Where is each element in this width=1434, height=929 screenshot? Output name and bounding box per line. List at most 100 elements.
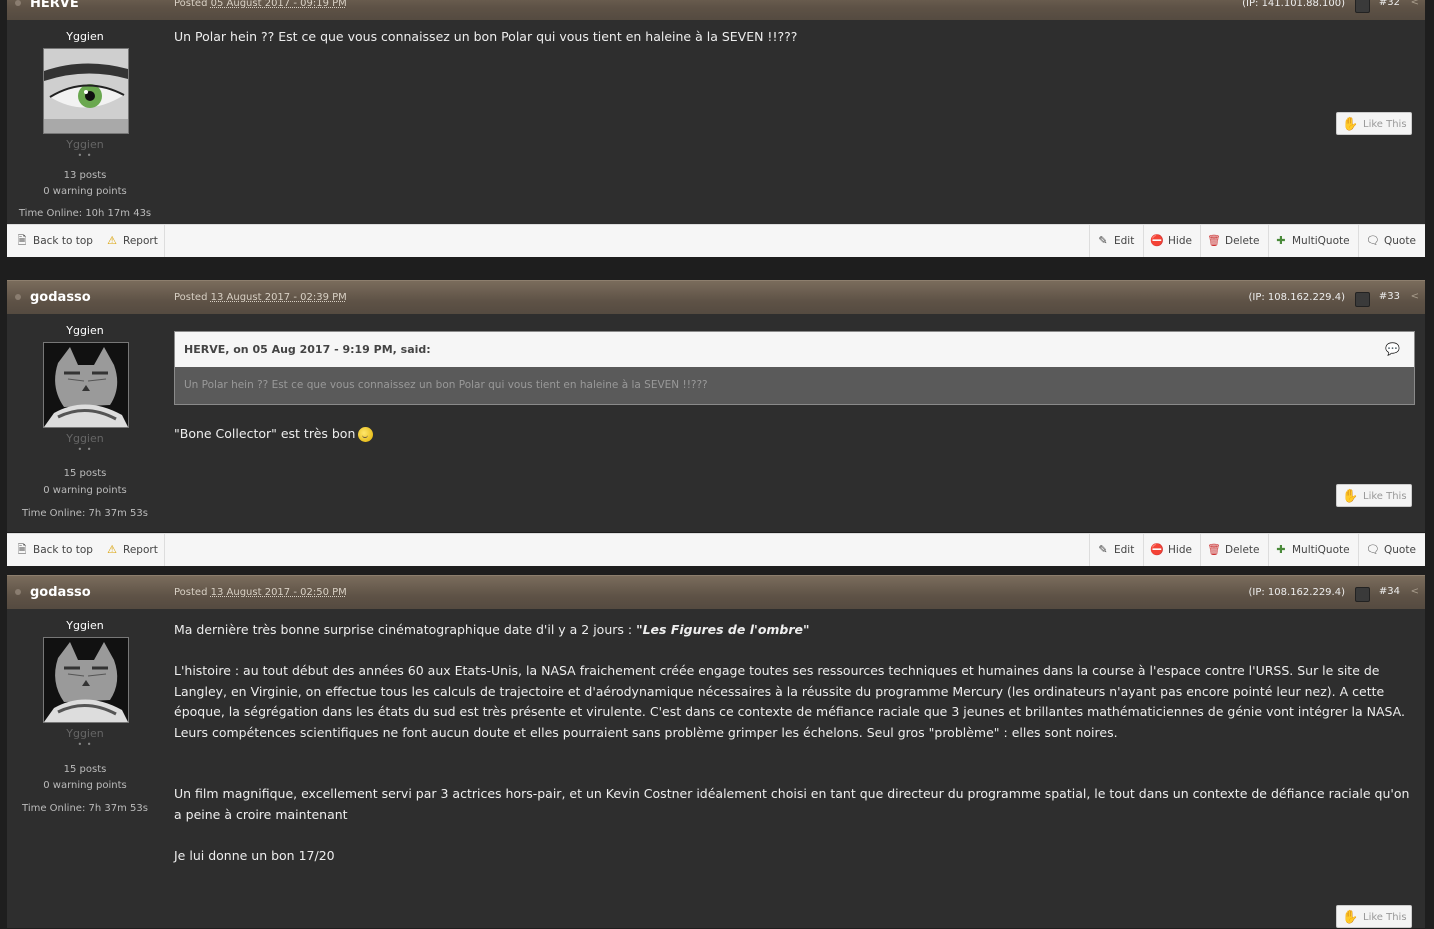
- multiquote-icon: ✚: [1276, 234, 1286, 247]
- thumbs-up-icon: ✋: [1342, 489, 1359, 504]
- cat-avatar[interactable]: [43, 342, 129, 428]
- post-count: 15 posts: [63, 764, 107, 775]
- like-button[interactable]: ✋ Like This: [1336, 905, 1412, 928]
- post-32: HERVE Posted 05 August 2017 - 09:19 PM (…: [7, 0, 1425, 271]
- time-online: Time Online: 7h 37m 53s: [22, 803, 148, 814]
- post-paragraph-1: L'histoire : au tout début des années 60…: [174, 663, 1405, 740]
- post-author[interactable]: godasso: [30, 585, 91, 600]
- time-online: Time Online: 10h 17m 43s: [18, 208, 152, 219]
- share-icon[interactable]: <: [1411, 0, 1419, 8]
- member-rank: Yggien: [66, 432, 104, 445]
- share-icon[interactable]: <: [1411, 586, 1419, 597]
- online-status-dot: [15, 0, 21, 6]
- back-to-top-button[interactable]: 🗎 Back to top: [15, 225, 93, 257]
- member-rank: Yggien: [66, 727, 104, 740]
- post-date: Posted 13 August 2017 - 02:50 PM: [174, 587, 347, 598]
- hide-icon: ⛔: [1150, 543, 1164, 556]
- member-group: Yggien: [66, 30, 104, 43]
- post-header: HERVE Posted 05 August 2017 - 09:19 PM (…: [7, 0, 1425, 21]
- thumbs-up-icon: ✋: [1342, 910, 1359, 925]
- quote-author[interactable]: HERVE, on 05 Aug 2017 - 9:19 PM, said:: [184, 343, 431, 356]
- post-date: Posted 05 August 2017 - 09:19 PM: [174, 0, 347, 9]
- member-group: Yggien: [66, 619, 104, 632]
- post-intro: Ma dernière très bonne surprise cinémato…: [174, 622, 810, 637]
- post-header: godasso Posted 13 August 2017 - 02:50 PM…: [7, 575, 1425, 610]
- time-online: Time Online: 7h 37m 53s: [22, 508, 148, 519]
- page-icon: 🗎: [17, 234, 27, 247]
- multiquote-button[interactable]: ✚ MultiQuote: [1274, 225, 1349, 257]
- report-button[interactable]: ⚠ Report: [105, 534, 158, 566]
- post-paragraph-2: Un film magnifique, excellement servi pa…: [174, 786, 1410, 822]
- post-author[interactable]: godasso: [30, 290, 91, 305]
- post-paragraph-3: Je lui donne un bon 17/20: [174, 847, 335, 863]
- post-author[interactable]: HERVE: [30, 0, 79, 11]
- like-button[interactable]: ✋ Like This: [1336, 484, 1412, 507]
- comments-icon[interactable]: 💬: [1385, 332, 1400, 367]
- rank-pips: • •: [77, 445, 93, 454]
- warning-icon: ⚠: [107, 234, 117, 247]
- post-count: 13 posts: [63, 170, 107, 181]
- quote-icon: 🗨: [1366, 234, 1380, 247]
- multiquote-button[interactable]: ✚ MultiQuote: [1274, 534, 1349, 566]
- quote-icon: 🗨: [1366, 543, 1380, 556]
- eye-avatar[interactable]: [43, 48, 129, 134]
- post-controls: 🗎 Back to top ⚠ Report ✎ Edit ⛔ Hide 🗑 Delete…: [7, 224, 1425, 257]
- page-icon: 🗎: [17, 543, 27, 556]
- warning-icon: ⚠: [107, 543, 117, 556]
- post-body: Yggien Yggien • • 15 posts 0 warning poi…: [7, 609, 1425, 928]
- post-34: godasso Posted 13 August 2017 - 02:50 PM…: [7, 575, 1425, 928]
- cat-avatar[interactable]: [43, 637, 129, 723]
- share-icon[interactable]: <: [1411, 291, 1419, 302]
- post-text: "Bone Collector" est très bon: [174, 424, 374, 445]
- delete-icon: 🗑: [1207, 234, 1221, 247]
- post-header: godasso Posted 13 August 2017 - 02:39 PM…: [7, 280, 1425, 315]
- post-body: Yggien Yggien • • 15 posts 0 warning poi…: [7, 314, 1425, 532]
- post-number[interactable]: #33: [1379, 291, 1400, 302]
- post-body: Yggien Yggien • • 13 posts 0 warning poi…: [7, 20, 1425, 224]
- moderation-checkbox[interactable]: [1355, 0, 1370, 13]
- delete-button[interactable]: 🗑 Delete: [1207, 534, 1259, 566]
- quote-header: HERVE, on 05 Aug 2017 - 9:19 PM, said: 💬: [175, 332, 1414, 367]
- quote-button[interactable]: 🗨 Quote: [1366, 534, 1416, 566]
- member-rank: Yggien: [66, 138, 104, 151]
- report-button[interactable]: ⚠ Report: [105, 225, 158, 257]
- quote-text: Un Polar hein ?? Est ce que vous connais…: [175, 367, 1414, 404]
- edit-icon: ✎: [1098, 543, 1108, 556]
- quote-button[interactable]: 🗨 Quote: [1366, 225, 1416, 257]
- hide-button[interactable]: ⛔ Hide: [1150, 225, 1192, 257]
- warning-points[interactable]: 0 warning points: [7, 485, 163, 496]
- post-content: Ma dernière très bonne surprise cinémato…: [174, 620, 1415, 866]
- warning-points[interactable]: 0 warning points: [7, 186, 163, 197]
- online-status-dot: [15, 294, 21, 300]
- thumbs-up-icon: ✋: [1342, 117, 1359, 132]
- hide-icon: ⛔: [1150, 234, 1164, 247]
- post-number[interactable]: #34: [1379, 586, 1400, 597]
- hide-button[interactable]: ⛔ Hide: [1150, 534, 1192, 566]
- post-ip: (IP: 108.162.229.4): [1248, 587, 1346, 598]
- smiley-icon: [358, 427, 374, 442]
- post-controls: 🗎 Back to top ⚠ Report ✎ Edit ⛔ Hide 🗑 Delete…: [7, 533, 1425, 566]
- post-33: godasso Posted 13 August 2017 - 02:39 PM…: [7, 280, 1425, 566]
- warning-points[interactable]: 0 warning points: [7, 780, 163, 791]
- moderation-checkbox[interactable]: [1355, 292, 1370, 307]
- like-button[interactable]: ✋ Like This: [1336, 112, 1412, 135]
- moderation-checkbox[interactable]: [1355, 587, 1370, 602]
- back-to-top-button[interactable]: 🗎 Back to top: [15, 534, 93, 566]
- rank-pips: • •: [77, 740, 93, 749]
- multiquote-icon: ✚: [1276, 543, 1286, 556]
- quote-block: HERVE, on 05 Aug 2017 - 9:19 PM, said: 💬…: [174, 331, 1415, 405]
- post-text: Un Polar hein ?? Est ce que vous connais…: [174, 29, 798, 44]
- post-number[interactable]: #32: [1379, 0, 1400, 8]
- edit-button[interactable]: ✎ Edit: [1096, 225, 1134, 257]
- post-content: Un Polar hein ?? Est ce que vous connais…: [174, 19, 1415, 48]
- post-count: 15 posts: [63, 468, 107, 479]
- edit-button[interactable]: ✎ Edit: [1096, 534, 1134, 566]
- edit-icon: ✎: [1098, 234, 1108, 247]
- post-ip: (IP: 108.162.229.4): [1248, 292, 1346, 303]
- delete-icon: 🗑: [1207, 543, 1221, 556]
- post-ip: (IP: 141.101.88.100): [1242, 0, 1345, 9]
- member-group: Yggien: [66, 324, 104, 337]
- film-title: "Les Figures de l'ombre": [636, 622, 810, 637]
- delete-button[interactable]: 🗑 Delete: [1207, 225, 1259, 257]
- post-date: Posted 13 August 2017 - 02:39 PM: [174, 292, 347, 303]
